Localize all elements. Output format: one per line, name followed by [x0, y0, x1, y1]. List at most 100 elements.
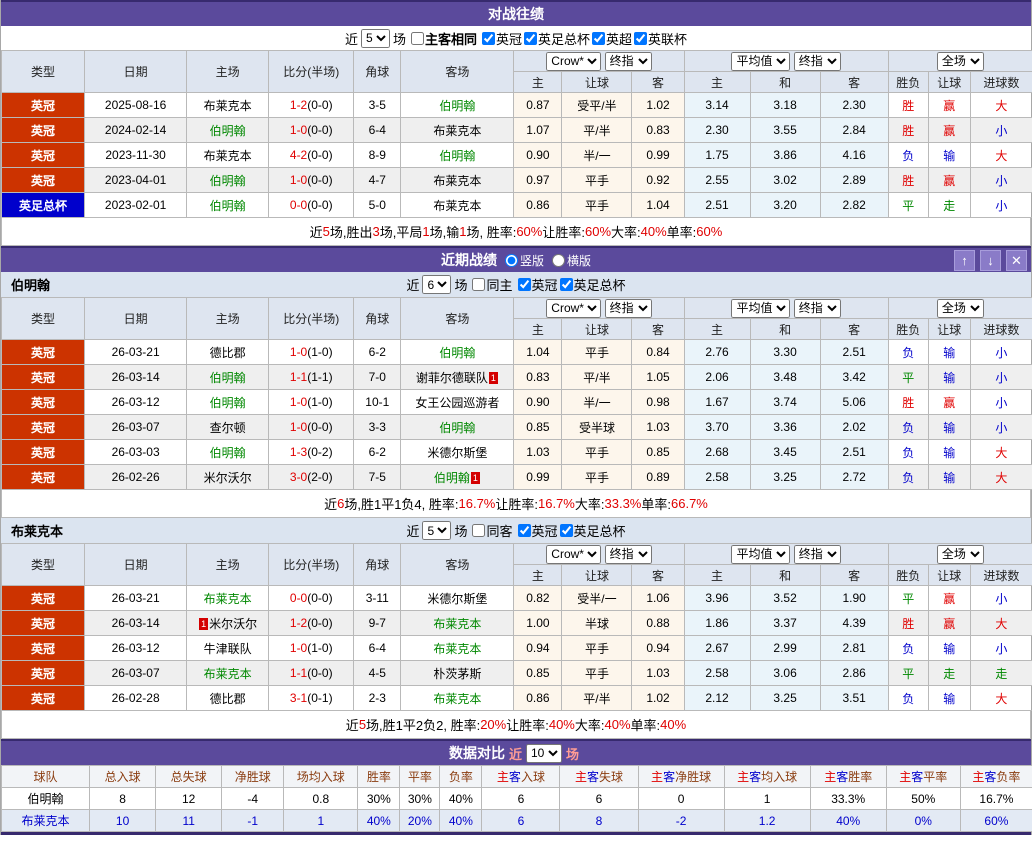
same-home-filter[interactable]: 同主: [470, 275, 513, 294]
odds-final-select[interactable]: 终指: [604, 544, 652, 564]
league-checkbox[interactable]: [634, 31, 648, 45]
home-char: 主: [737, 770, 750, 784]
home-team-name: 伯明翰: [209, 123, 246, 138]
result-handicap: 输: [927, 635, 971, 661]
league-filter[interactable]: 英足总杯: [522, 29, 590, 48]
league-checkbox[interactable]: [524, 31, 537, 45]
layout-horizontal-option[interactable]: 横版: [552, 252, 591, 269]
scope-select[interactable]: 全场: [936, 51, 984, 71]
avg-final-select[interactable]: 终指: [793, 544, 841, 564]
odds-handicap: 平/半: [561, 685, 633, 711]
summary-segment: 场,平局: [379, 225, 423, 240]
result-handicap: 赢: [927, 610, 971, 636]
league-checkbox[interactable]: [481, 31, 495, 45]
same-venue-checkbox[interactable]: [410, 31, 424, 45]
blackburn-matches-count-select[interactable]: 5: [422, 521, 452, 540]
col-odds-home: 主: [513, 71, 563, 93]
vertical-radio[interactable]: [504, 253, 518, 267]
avg-final-select[interactable]: 终指: [793, 51, 841, 71]
league-filter[interactable]: 英足总杯: [558, 275, 626, 294]
odds-provider-select[interactable]: Crow*: [546, 298, 602, 318]
away-team: 布莱克本: [400, 635, 515, 661]
home-team: 米尔沃尔: [186, 464, 270, 490]
league-filter[interactable]: 英冠: [516, 275, 558, 294]
league-filter[interactable]: 英足总杯: [558, 521, 626, 540]
ha-draw-rate: 50%: [885, 787, 961, 810]
summary-segment: 近: [345, 718, 359, 733]
home-team-name: 伯明翰: [209, 370, 246, 385]
odds-final-select[interactable]: 终指: [604, 51, 652, 71]
league-filter[interactable]: 英冠: [516, 521, 558, 540]
halftime-score: (0-0): [307, 98, 333, 112]
result-winloss: 负: [887, 635, 929, 661]
fulltime-score: 1-3: [289, 445, 308, 459]
col-total-goals: 总入球: [89, 765, 157, 788]
fulltime-score: 3-0: [289, 470, 308, 484]
summary-segment: 40%: [548, 717, 575, 732]
league-checkbox[interactable]: [559, 524, 573, 537]
result-winloss: 负: [887, 414, 929, 440]
odds-handicap: 半球: [561, 610, 633, 636]
avg-provider-select[interactable]: 平均值: [731, 298, 791, 318]
same-venue-filter[interactable]: 主客相同: [409, 29, 477, 48]
away-char: 客: [508, 770, 521, 784]
col-odds-away: 客: [631, 71, 685, 93]
compare-matches-count-select[interactable]: 10: [526, 743, 562, 763]
scroll-down-icon[interactable]: ↓: [980, 250, 1001, 271]
league-checkbox[interactable]: [517, 524, 531, 537]
avg-away: 3.42: [819, 364, 889, 390]
fulltime-score: 3-1: [289, 691, 308, 705]
scope-select[interactable]: 全场: [936, 298, 984, 318]
horizontal-radio[interactable]: [552, 253, 565, 267]
away-team: 伯明翰: [400, 414, 515, 440]
league-checkbox[interactable]: [517, 278, 531, 291]
avg-provider-select[interactable]: 平均值: [731, 51, 791, 71]
fulltime-score: 1-0: [289, 123, 308, 137]
avg-final-select[interactable]: 终指: [793, 298, 841, 318]
home-team: 伯明翰: [186, 439, 270, 465]
league-checkbox[interactable]: [592, 31, 606, 45]
near-label: 近: [406, 278, 420, 293]
h2h-matches-count-select[interactable]: 5: [360, 28, 390, 48]
league-filter[interactable]: 英超: [590, 29, 632, 48]
birmingham-controls: 伯明翰 近 6 场 同主 英冠 英足总杯: [1, 272, 1031, 297]
avg-draw: 3.45: [749, 439, 821, 465]
result-winloss: 平: [887, 192, 929, 218]
away-char: 客: [911, 770, 924, 784]
league-checkbox[interactable]: [559, 278, 573, 291]
col-result: 胜负: [887, 71, 929, 93]
result-winloss: 胜: [887, 117, 929, 143]
odds-provider-select[interactable]: Crow*: [546, 51, 602, 71]
odds-final-select[interactable]: 终指: [604, 298, 652, 318]
scope-select[interactable]: 全场: [936, 544, 984, 564]
close-icon[interactable]: ✕: [1006, 250, 1027, 271]
home-team-name: 伯明翰: [209, 198, 246, 213]
section-title-compare: 数据对比: [448, 745, 505, 761]
scroll-up-icon[interactable]: ↑: [954, 250, 975, 271]
away-team-name: 布莱克本: [433, 641, 482, 656]
league-filter[interactable]: 英联杯: [632, 29, 687, 48]
rank-badge: 1: [488, 371, 498, 384]
col-goal-diff: 净胜球: [221, 765, 285, 788]
match-date: 2025-08-16: [84, 92, 188, 118]
league-filter[interactable]: 英冠: [480, 29, 522, 48]
league-badge: 英冠: [0, 685, 86, 711]
team-name-blackburn: 布莱克本: [11, 524, 64, 539]
result-handicap: 赢: [927, 117, 971, 143]
summary-segment: 40%: [604, 717, 631, 732]
odds-away: 1.05: [631, 364, 685, 390]
same-away-filter[interactable]: 同客: [470, 521, 513, 540]
score-cell: 1-1(0-0): [268, 660, 355, 686]
same-home-checkbox[interactable]: [472, 278, 486, 291]
halftime-score: (1-1): [307, 370, 333, 384]
avg-away: 2.82: [819, 192, 889, 218]
same-away-checkbox[interactable]: [472, 524, 486, 537]
near-label: 近: [406, 524, 420, 539]
away-team-name: 布莱克本: [433, 691, 482, 706]
layout-vertical-option[interactable]: 竖版: [504, 252, 544, 269]
avg-provider-select[interactable]: 平均值: [731, 544, 791, 564]
birmingham-matches-count-select[interactable]: 6: [422, 275, 452, 294]
odds-provider-select[interactable]: Crow*: [546, 544, 602, 564]
col-odds-home: 主: [513, 564, 563, 586]
away-team: 伯明翰: [400, 339, 515, 365]
